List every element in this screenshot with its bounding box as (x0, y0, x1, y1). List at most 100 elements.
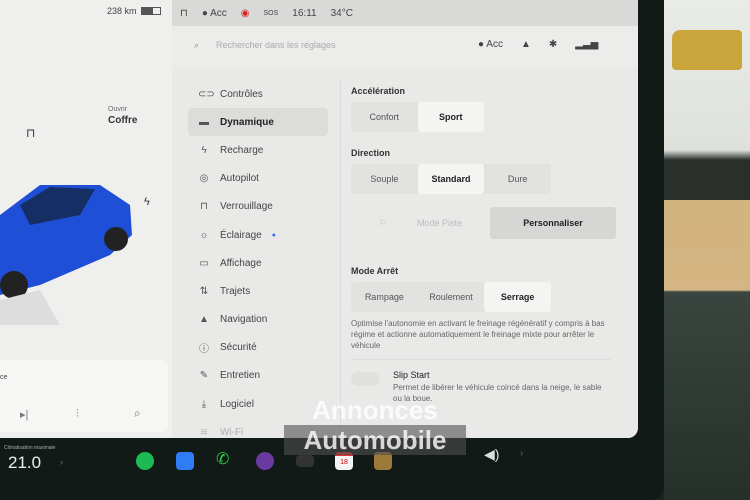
recording-icon[interactable]: ◉ (241, 8, 250, 19)
watermark-line1: Annonces (312, 395, 438, 425)
sos-icon[interactable]: SOS (264, 10, 279, 17)
sidebar-item-securite[interactable]: ⓘ Sécurité (188, 334, 328, 362)
acceleration-option[interactable]: Confort (351, 102, 418, 132)
sidebar-item-label: Autopilot (220, 173, 259, 185)
toggle-icon: ⊂⊃ (198, 88, 215, 100)
lock-icon: ⊓ (200, 201, 208, 213)
track-mode-button[interactable]: ⚐ Mode Piste (351, 207, 490, 239)
dynamics-settings: Accélération Confort Sport Direction Soup… (340, 78, 620, 438)
bluetooth-icon[interactable]: ✱ (549, 39, 557, 50)
more-apps-icon[interactable] (296, 455, 314, 467)
sidebar-item-label: Wi-Fi (220, 426, 244, 438)
navigation-icon: ▲ (199, 314, 209, 326)
slip-start-toggle[interactable] (351, 372, 379, 386)
lock-icon[interactable]: ⊓ (180, 8, 188, 19)
sidebar-item-eclairage[interactable]: ☼ Éclairage ● (188, 221, 328, 249)
sidebar-item-label: Contrôles (220, 88, 263, 100)
clock: 16:11 (292, 7, 317, 19)
next-track-icon[interactable]: ▸| (20, 408, 34, 421)
display-icon: ▭ (199, 257, 209, 269)
range-text: 238 km (107, 6, 137, 16)
settings-search[interactable]: ⌕ Rechercher dans les réglages ● Acc ▲ ✱… (172, 26, 638, 66)
media-title: ce (0, 374, 8, 381)
temp-up-chevron-icon[interactable]: › (60, 457, 68, 467)
sidebar-item-label: Sécurité (220, 342, 257, 354)
watermark: Annonces Automobile (284, 395, 466, 455)
sidebar-item-label: Navigation (220, 314, 268, 326)
track-icon: ⚐ (378, 217, 388, 228)
profile-name: Acc (486, 39, 503, 50)
sidebar-item-label: Affichage (220, 257, 262, 269)
sidebar-item-autopilot[interactable]: ◎ Autopilot (188, 165, 328, 193)
car-view-panel: 238 km Ouvrir Coffre ⊓ ϟ ce ▸| ⫶ ⌕ (0, 0, 172, 438)
sidebar-item-label: Dynamique (220, 116, 274, 128)
charge-port-icon[interactable]: ϟ (144, 196, 156, 208)
route-icon: ⇅ (199, 285, 209, 297)
equalizer-icon[interactable]: ⫶ (76, 408, 90, 421)
sidebar-item-affichage[interactable]: ▭ Affichage (188, 249, 328, 277)
notification-icon[interactable]: ▲ (521, 39, 531, 50)
light-icon: ☼ (199, 229, 209, 241)
direction-option[interactable]: Dure (484, 164, 551, 194)
track-mode-label: Mode Piste (417, 218, 463, 228)
acceleration-selector: Confort Sport (351, 102, 484, 132)
acceleration-option[interactable]: Sport (417, 102, 484, 132)
stop-mode-description: Optimise l'autonomie en activant le frei… (351, 319, 605, 350)
car-icon: ▬ (199, 116, 209, 128)
sidebar-item-label: Logiciel (220, 398, 254, 410)
search-icon: ⌕ (194, 40, 200, 50)
sidebar-item-label: Éclairage (220, 229, 262, 241)
phone-icon[interactable]: ✆ (216, 449, 234, 468)
customize-button[interactable]: Personnaliser (490, 207, 616, 239)
track-mode-row: ⚐ Mode Piste Personnaliser (351, 207, 616, 239)
sidebar-item-label: Recharge (220, 144, 264, 156)
outside-temperature: 34°C (330, 7, 353, 19)
signal-icon: ▂▃▅ (575, 39, 599, 50)
media-player: ce ▸| ⫶ ⌕ (0, 360, 168, 432)
stop-mode-option[interactable]: Roulement (418, 282, 485, 312)
stop-mode-label: Mode Arrêt (351, 266, 399, 276)
climate-label: Climatisation maximale (4, 445, 56, 451)
volume-chevron-icon[interactable]: › (520, 448, 528, 459)
parked-car (672, 30, 742, 70)
status-bar: ⊓ ● Acc ◉ SOS 16:11 34°C (172, 0, 638, 26)
search-input[interactable]: Rechercher dans les réglages (216, 40, 436, 50)
profile-button[interactable]: ● Acc (478, 39, 503, 50)
settings-nav: ⊂⊃ Contrôles ▬ Dynamique ϟ Recharge ◎ Autopilot… (188, 80, 328, 446)
volume-icon[interactable]: ◀) (484, 446, 504, 463)
stop-mode-selector: Rampage Roulement Serrage (351, 282, 552, 312)
range-indicator: 238 km (107, 6, 169, 16)
direction-selector: Souple Standard Dure (351, 164, 551, 194)
direction-option[interactable]: Souple (351, 164, 418, 194)
sidebar-item-controles[interactable]: ⊂⊃ Contrôles (188, 80, 328, 108)
indicator-dot: ● (271, 231, 276, 239)
sidebar-item-navigation[interactable]: ▲ Navigation (188, 306, 328, 334)
sidebar-item-label: Entretien (220, 370, 261, 382)
sidebar-item-dynamique[interactable]: ▬ Dynamique (188, 108, 328, 137)
sidebar-item-label: Verrouillage (220, 201, 273, 213)
open-trunk-button[interactable]: Coffre (108, 115, 158, 126)
camera-icon[interactable] (256, 452, 274, 470)
unlock-icon[interactable]: ⊓ (26, 126, 40, 140)
touchscreen: 238 km Ouvrir Coffre ⊓ ϟ ce ▸| ⫶ ⌕ ⊓ ● A… (0, 0, 638, 438)
stop-mode-option[interactable]: Serrage (484, 282, 552, 312)
stop-mode-option[interactable]: Rampage (351, 282, 418, 312)
search-icon[interactable]: ⌕ (134, 406, 148, 421)
battery-icon (140, 7, 161, 15)
sidebar-item-verrouillage[interactable]: ⊓ Verrouillage (188, 193, 328, 221)
sidebar-item-recharge[interactable]: ϟ Recharge (188, 136, 328, 164)
messages-icon[interactable] (176, 452, 194, 470)
wifi-icon: ≋ (199, 426, 209, 438)
wrench-icon: ✎ (199, 370, 209, 382)
direction-label: Direction (351, 148, 391, 158)
profile-status[interactable]: ● Acc (202, 8, 227, 19)
sidebar-item-trajets[interactable]: ⇅ Trajets (188, 277, 328, 305)
car-image (0, 185, 132, 325)
sidebar-item-entretien[interactable]: ✎ Entretien (188, 362, 328, 390)
cabin-temperature[interactable]: 21.0 (8, 453, 58, 473)
background-scene (664, 0, 750, 500)
profile-name: Acc (210, 7, 227, 19)
direction-option[interactable]: Standard (417, 164, 485, 194)
download-icon: ⤓ (201, 398, 207, 410)
spotify-icon[interactable] (136, 452, 154, 470)
